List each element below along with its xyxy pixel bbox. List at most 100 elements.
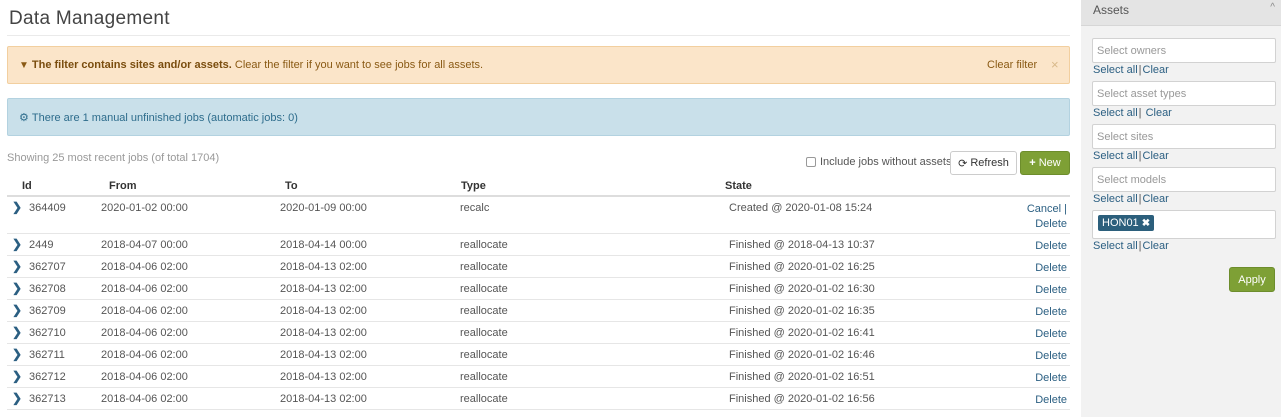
chevron-right-icon[interactable]: ❯ [12, 347, 22, 361]
collapse-caret-icon[interactable]: ^ [1270, 2, 1275, 13]
job-to: 2018-04-13 02:00 [280, 327, 367, 339]
filter-alert-bold: The filter contains sites and/or assets. [31, 59, 232, 71]
include-checkbox[interactable] [806, 157, 816, 167]
filter-alert: ▼ The filter contains sites and/or assets… [7, 46, 1070, 84]
filter-alert-message: ▼ The filter contains sites and/or assets… [19, 59, 483, 71]
table-row[interactable]: ❯ 362708 2018-04-06 02:00 2018-04-13 02:… [7, 278, 1070, 300]
include-jobs-without-assets[interactable]: Include jobs without assets [806, 156, 951, 168]
job-id: 362713 [29, 393, 66, 405]
chevron-right-icon[interactable]: ❯ [12, 200, 22, 214]
table-row[interactable]: ❯ 362707 2018-04-06 02:00 2018-04-13 02:… [7, 256, 1070, 278]
delete-link[interactable]: Delete [1035, 283, 1067, 298]
table-row[interactable]: ❯ 362711 2018-04-06 02:00 2018-04-13 02:… [7, 344, 1070, 366]
jobs-count-text: Showing 25 most recent jobs (of total 17… [7, 152, 220, 164]
delete-link[interactable]: Delete [1035, 349, 1067, 364]
job-id: 362708 [29, 283, 66, 295]
job-id: 362711 [29, 349, 65, 361]
job-from: 2018-04-06 02:00 [101, 283, 188, 295]
chevron-right-icon[interactable]: ❯ [12, 303, 22, 317]
assets-select[interactable]: HON01 ✖ [1092, 210, 1276, 239]
filter-icon: ▼ [19, 60, 29, 71]
delete-link[interactable]: Delete [1035, 393, 1067, 408]
job-state: Finished @ 2020-01-02 16:30 [729, 283, 875, 295]
chevron-right-icon[interactable]: ❯ [12, 391, 22, 405]
table-row[interactable]: ❯ 362710 2018-04-06 02:00 2018-04-13 02:… [7, 322, 1070, 344]
info-alert: ⚙ There are 1 manual unfinished jobs (aut… [7, 98, 1070, 136]
sidebar-header[interactable]: Assets ^ [1081, 0, 1281, 26]
assets-clear[interactable]: Clear [1143, 240, 1169, 252]
header-to[interactable]: To [285, 180, 298, 192]
chevron-right-icon[interactable]: ❯ [12, 237, 22, 251]
assets-select-all[interactable]: Select all [1093, 240, 1138, 252]
job-to: 2018-04-13 02:00 [280, 305, 367, 317]
job-state: Finished @ 2020-01-02 16:51 [729, 371, 875, 383]
sites-clear[interactable]: Clear [1143, 150, 1169, 162]
job-to: 2018-04-13 02:00 [280, 349, 367, 361]
job-state: Finished @ 2020-01-02 16:41 [729, 327, 875, 339]
header-id[interactable]: Id [22, 180, 32, 192]
asset-types-clear[interactable]: Clear [1146, 107, 1172, 119]
sidebar-title: Assets [1093, 3, 1130, 17]
job-from: 2018-04-06 02:00 [101, 305, 188, 317]
job-state: Finished @ 2020-01-02 16:35 [729, 305, 875, 317]
job-id: 2449 [29, 239, 54, 251]
job-from: 2018-04-06 02:00 [101, 327, 188, 339]
header-state[interactable]: State [725, 180, 752, 192]
models-clear[interactable]: Clear [1143, 193, 1169, 205]
page-title: Data Management [9, 8, 170, 29]
owners-select-all[interactable]: Select all [1093, 64, 1138, 76]
job-state: Created @ 2020-01-08 15:24 [729, 202, 873, 214]
asset-types-select[interactable]: Select asset types [1092, 81, 1276, 106]
asset-chip-label: HON01 [1102, 217, 1139, 229]
info-alert-text: There are 1 manual unfinished jobs (auto… [31, 112, 298, 124]
chevron-right-icon[interactable]: ❯ [12, 281, 22, 295]
delete-link[interactable]: Delete [1027, 217, 1067, 232]
job-to: 2018-04-13 02:00 [280, 393, 367, 405]
cancel-link[interactable]: Cancel | [1027, 202, 1067, 217]
info-alert-message: ⚙ There are 1 manual unfinished jobs (aut… [19, 111, 298, 124]
job-from: 2018-04-07 00:00 [101, 239, 188, 251]
models-select-all[interactable]: Select all [1093, 193, 1138, 205]
chevron-right-icon[interactable]: ❯ [12, 369, 22, 383]
models-select[interactable]: Select models [1092, 167, 1276, 192]
refresh-icon: ⟳ [958, 157, 968, 170]
table-row[interactable]: ❯ 362709 2018-04-06 02:00 2018-04-13 02:… [7, 300, 1070, 322]
owners-select[interactable]: Select owners [1092, 38, 1276, 63]
models-links: Select all|Clear [1093, 193, 1169, 205]
title-divider [7, 35, 1070, 36]
job-type: reallocate [460, 371, 508, 383]
header-type[interactable]: Type [461, 180, 486, 192]
clear-filter-link[interactable]: Clear filter [987, 59, 1037, 71]
owners-clear[interactable]: Clear [1143, 64, 1169, 76]
main-content: Data Management ▼ The filter contains sit… [0, 0, 1078, 417]
asset-types-select-all[interactable]: Select all [1093, 107, 1138, 119]
job-type: reallocate [460, 305, 508, 317]
table-row[interactable]: ❯ 362712 2018-04-06 02:00 2018-04-13 02:… [7, 366, 1070, 388]
table-row[interactable]: ❯ 364409 2020-01-02 00:00 2020-01-09 00:… [7, 197, 1070, 234]
delete-link[interactable]: Delete [1035, 371, 1067, 386]
close-icon[interactable]: × [1051, 57, 1059, 72]
job-type: reallocate [460, 349, 508, 361]
sites-select-all[interactable]: Select all [1093, 150, 1138, 162]
table-header: Id From To Type State [7, 177, 1070, 197]
chevron-right-icon[interactable]: ❯ [12, 259, 22, 273]
chevron-right-icon[interactable]: ❯ [12, 325, 22, 339]
remove-chip-icon[interactable]: ✖ [1142, 218, 1150, 229]
apply-button[interactable]: Apply [1229, 267, 1275, 292]
header-from[interactable]: From [109, 180, 137, 192]
delete-link[interactable]: Delete [1035, 261, 1067, 276]
delete-link[interactable]: Delete [1035, 327, 1067, 342]
job-from: 2018-04-06 02:00 [101, 349, 188, 361]
plus-icon: + [1029, 157, 1036, 169]
include-label: Include jobs without assets [820, 156, 952, 168]
table-row[interactable]: ❯ 362713 2018-04-06 02:00 2018-04-13 02:… [7, 388, 1070, 410]
refresh-button[interactable]: ⟳ Refresh [950, 151, 1017, 175]
delete-link[interactable]: Delete [1035, 305, 1067, 320]
table-row[interactable]: ❯ 2449 2018-04-07 00:00 2018-04-14 00:00… [7, 234, 1070, 256]
job-state: Finished @ 2018-04-13 10:37 [729, 239, 875, 251]
delete-link[interactable]: Delete [1035, 239, 1067, 254]
sites-select[interactable]: Select sites [1092, 124, 1276, 149]
new-job-button[interactable]: + New [1020, 151, 1070, 175]
sites-links: Select all|Clear [1093, 150, 1169, 162]
job-to: 2018-04-13 02:00 [280, 283, 367, 295]
